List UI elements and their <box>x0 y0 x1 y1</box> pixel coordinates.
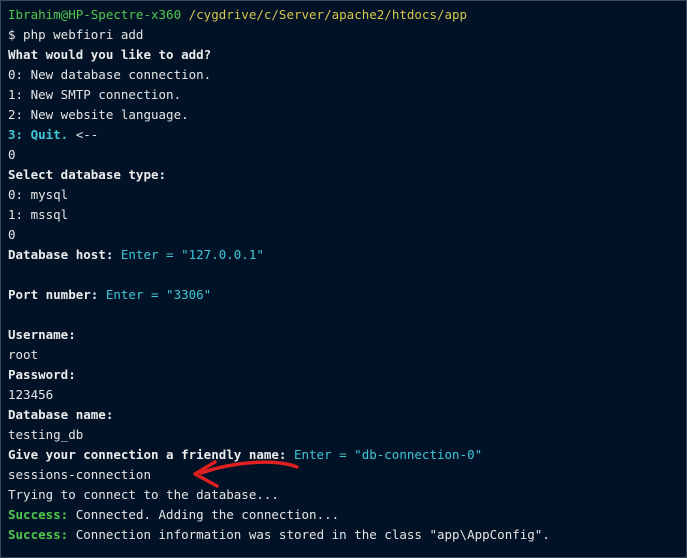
host-prompt: Database host: Enter = "127.0.0.1" <box>8 245 682 265</box>
menu-option: 2: New website language. <box>8 107 189 122</box>
terminal-output: Ibrahim@HP-Spectre-x360 /cygdrive/c/Serv… <box>8 5 682 545</box>
annotation-arrow-icon <box>193 460 299 488</box>
success-label: Success: <box>8 527 69 542</box>
success-line: Success: Connection information was stor… <box>8 525 682 545</box>
prompt-path: /cygdrive/c/Server/apache2/htdocs/app <box>188 7 468 22</box>
quit-label: 3: Quit. <box>8 127 69 142</box>
dbname-value: testing_db <box>8 427 84 442</box>
trying-message: Trying to connect to the database... <box>8 487 279 502</box>
dbtype-option: 1: mssql <box>8 207 69 222</box>
dbtype-answer: 0 <box>8 227 16 242</box>
port-prompt: Port number: Enter = "3306" <box>8 285 682 305</box>
username-label: Username: <box>8 327 76 342</box>
menu-option-quit: 3: Quit. <-- <box>8 125 682 145</box>
menu-option: 0: New database connection. <box>8 67 212 82</box>
dbtype-option: 0: mysql <box>8 187 69 202</box>
success-text: Connection information was stored in the… <box>68 527 550 542</box>
port-hint: Enter = "3306" <box>98 287 212 302</box>
username-value: root <box>8 347 39 362</box>
prompt-user: Ibrahim@HP-Spectre-x360 <box>8 7 182 22</box>
command-line: $ php webfiori add <box>8 27 144 42</box>
success-text: Connected. Adding the connection... <box>68 507 340 522</box>
prompt-line: Ibrahim@HP-Spectre-x360 /cygdrive/c/Serv… <box>8 5 682 25</box>
success-label: Success: <box>8 507 69 522</box>
dbtype-question: Select database type: <box>8 167 167 182</box>
friendly-name-prompt: Give your connection a friendly name: En… <box>8 445 682 465</box>
menu-answer: 0 <box>8 147 16 162</box>
quit-marker: <-- <box>68 127 99 142</box>
menu-option: 1: New SMTP connection. <box>8 87 182 102</box>
host-hint: Enter = "127.0.0.1" <box>113 247 264 262</box>
terminal-window[interactable]: Ibrahim@HP-Spectre-x360 /cygdrive/c/Serv… <box>0 0 687 558</box>
friendly-name-value: sessions-connection <box>8 467 151 482</box>
host-label: Database host: <box>8 247 114 262</box>
password-value: 123456 <box>8 387 54 402</box>
menu-question: What would you like to add? <box>8 47 212 62</box>
port-label: Port number: <box>8 287 99 302</box>
password-label: Password: <box>8 367 76 382</box>
success-line: Success: Connected. Adding the connectio… <box>8 505 682 525</box>
friendly-name-hint: Enter = "db-connection-0" <box>286 447 483 462</box>
dbname-label: Database name: <box>8 407 114 422</box>
